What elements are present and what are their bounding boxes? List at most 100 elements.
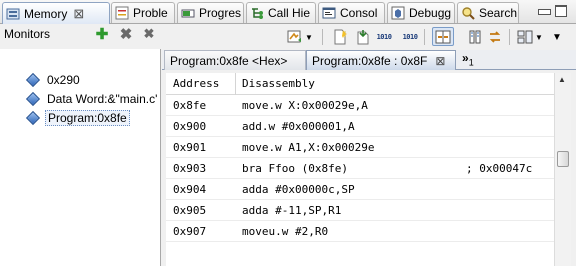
row-address: 0x904 [173,183,207,196]
maximize-button[interactable] [555,5,567,17]
tab-memory-label: Memory [24,6,68,21]
view-menu-button[interactable] [516,28,534,46]
import-button[interactable] [354,28,372,46]
dropdown-button[interactable]: ▼ [304,28,314,46]
scrollbar-thumb[interactable] [557,151,569,167]
new-rendering-button[interactable] [286,28,304,46]
row-comment: ; 0x00047c [466,162,533,175]
monitor-label: Program:0x8fe [45,109,130,126]
rendering-toolbar: ▼ 1010 1010 ▼ ▼ [164,25,576,49]
new-monitor-icon [334,29,347,45]
tab-console[interactable]: Consol [318,2,385,23]
column-divider[interactable] [235,73,236,95]
tab-search[interactable]: Search [457,2,519,23]
call-hierarchy-icon [252,8,263,19]
toggle-split-button[interactable] [432,27,454,46]
monitor-item[interactable]: Program:0x8fe [0,109,160,126]
remove-all-monitors-icon[interactable]: ✖ [141,25,157,43]
row-address: 0x8fe [173,99,207,112]
toggle-split-icon [435,30,451,43]
row-instruction: moveu.w #2,R0 [242,225,329,238]
link-icon [489,31,501,43]
tab-call-hierarchy[interactable]: Call Hie [246,2,316,23]
row-address: 0x903 [173,162,207,175]
tab-problems[interactable]: Proble [111,2,175,23]
table-header: Address Disassembly [166,73,554,95]
table-row[interactable]: 0x903 bra Ffoo (0x8fe) ; 0x00047c [166,158,554,179]
table-row[interactable]: 0x8fe move.w X:0x00029e,A [166,95,554,116]
monitor-label: Data Word:&"main.c' [47,91,158,106]
table-row[interactable]: 0x905 adda #-11,SP,R1 [166,200,554,221]
row-address: 0x901 [173,141,207,154]
column-header-disassembly[interactable]: Disassembly [242,77,315,90]
toolbar-separator [322,29,323,45]
view-menu-dropdown[interactable]: ▼ [534,28,544,46]
tab-rendering-hex-label: Program:0x8fe <Hex> [170,53,288,68]
memory-block-icon [25,110,41,126]
table-row[interactable]: 0x901 move.w A1,X:0x00029e [166,137,554,158]
memory-block-icon [25,91,41,107]
new-rendering-icon [287,30,301,43]
add-monitor-icon[interactable]: ✚ [94,25,110,43]
search-icon [462,7,475,20]
toolbar-separator [424,29,425,45]
new-monitor-button[interactable] [331,28,349,46]
memory-icon [6,8,20,19]
view-options-dropdown[interactable]: ▼ [551,28,563,46]
tab-rendering-hex[interactable]: Program:0x8fe <Hex> [164,50,306,70]
column-header-address[interactable]: Address [173,77,219,90]
row-instruction: move.w A1,X:0x00029e [242,141,375,154]
monitors-title: Monitors [4,27,51,41]
view-tab-bar: Memory ⊠ Proble Progres Call Hie Consol … [0,0,576,24]
table-row[interactable]: 0x904 adda #0x00000c,SP [166,179,554,200]
row-instruction: bra Ffoo (0x8fe) [242,162,348,175]
tab-problems-label: Proble [133,6,168,20]
tab-memory[interactable]: Memory ⊠ [2,2,110,24]
problems-icon [115,6,129,20]
tab-search-label: Search [479,6,518,20]
tab-overflow-chevron[interactable]: »1 [462,51,474,67]
binary-1010-alt-icon: 1010 [402,33,418,41]
row-instruction: add.w #0x000001,A [242,120,355,133]
row-instruction: adda #-11,SP,R1 [242,204,342,217]
column-layout-icon [469,30,481,44]
tab-debugger-label: Debugg [409,6,452,20]
binary-format-alt-button[interactable]: 1010 [401,28,419,46]
row-address: 0x907 [173,225,207,238]
monitors-header: Monitors ✚ ✖ ✖ [0,23,161,47]
monitor-label: 0x290 [47,72,80,87]
tab-progress[interactable]: Progres [177,2,244,23]
binary-format-button[interactable]: 1010 [375,28,393,46]
toolbar-separator [509,29,510,45]
chevron-right-icon: » [462,51,469,65]
monitor-list: 0x290 Data Word:&"main.c' Program:0x8fe [0,71,160,128]
row-address: 0x905 [173,204,207,217]
monitors-panel: Monitors ✚ ✖ ✖ 0x290 Data Word:&"main.c'… [0,26,161,266]
row-address: 0x900 [173,120,207,133]
rendering-tab-bar: Program:0x8fe <Hex> Program:0x8fe : 0x8F… [162,50,576,70]
view-menu-icon [517,30,533,44]
tab-rendering-disassembly-label: Program:0x8fe : 0x8F [312,53,428,68]
monitor-item[interactable]: Data Word:&"main.c' [0,90,160,107]
scroll-up-arrow-icon[interactable]: ▲ [558,75,566,84]
table-row[interactable]: 0x900 add.w #0x000001,A [166,116,554,137]
minimize-button[interactable] [538,9,551,15]
import-icon [357,30,369,45]
vertical-scrollbar[interactable]: ▲ [554,73,571,266]
close-icon[interactable]: ⊠ [435,54,445,68]
memory-block-icon [25,72,41,88]
binary-1010-icon: 1010 [376,33,392,41]
remove-monitor-icon[interactable]: ✖ [118,25,134,43]
close-icon[interactable]: ⊠ [73,6,84,22]
tab-debugger[interactable]: Debugg [387,2,455,23]
progress-icon [181,9,195,18]
table-row[interactable]: 0x907 moveu.w #2,R0 [166,221,554,242]
tab-call-hierarchy-label: Call Hie [268,6,311,20]
monitor-item[interactable]: 0x290 [0,71,160,88]
row-instruction: adda #0x00000c,SP [242,183,355,196]
link-button[interactable] [486,28,504,46]
column-layout-button[interactable] [467,28,485,46]
overflow-count: 1 [468,57,474,68]
tab-rendering-disassembly[interactable]: Program:0x8fe : 0x8F ⊠ [306,50,456,70]
tab-progress-label: Progres [199,6,242,20]
